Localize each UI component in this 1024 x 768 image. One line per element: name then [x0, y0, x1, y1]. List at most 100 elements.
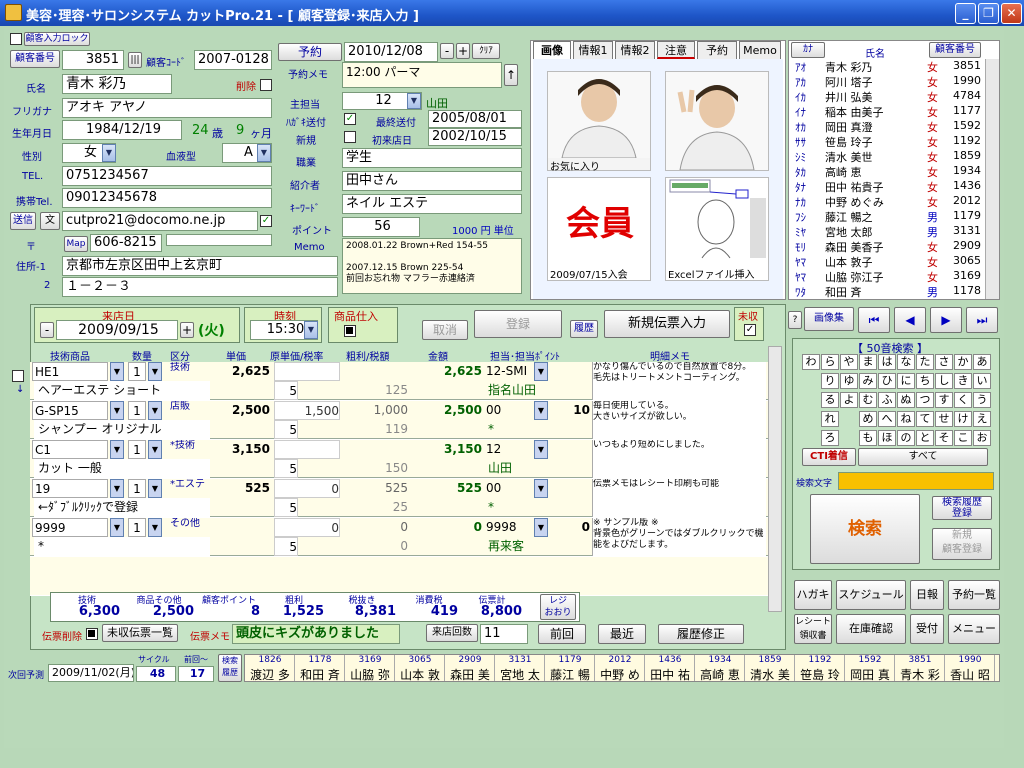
item-dropdown-icon[interactable]: ▼	[110, 440, 124, 459]
send-button[interactable]: 送信	[10, 212, 36, 230]
unpaid-list-button[interactable]: 未収伝票一覧	[102, 624, 178, 642]
close-button[interactable]: ✕	[1001, 3, 1022, 24]
receipt-print-button[interactable]: レシート 領収書	[794, 614, 832, 644]
qty-dropdown-icon[interactable]: ▼	[148, 362, 162, 381]
kana-key[interactable]: て	[916, 411, 934, 427]
tab-image[interactable]: 画像	[533, 41, 571, 59]
image-collection-button[interactable]: 画像集	[804, 307, 854, 331]
grid-staff-point[interactable]	[550, 479, 590, 498]
table-row-empty[interactable]	[30, 557, 768, 595]
last-field[interactable]: 17	[178, 666, 214, 682]
kana-key[interactable]: ほ	[878, 430, 896, 446]
visit-date-field[interactable]: 2009/09/15	[56, 320, 178, 340]
nav-next-button[interactable]: ▶	[930, 307, 962, 333]
grid-price[interactable]	[210, 518, 270, 537]
item-dropdown-icon[interactable]: ▼	[110, 518, 124, 537]
grid-qty[interactable]: 1	[128, 440, 146, 459]
grid-price[interactable]: 3,150	[210, 440, 270, 459]
history-cell[interactable]: 3851 青木 彩	[895, 655, 945, 682]
visit-date-minus[interactable]: -	[40, 322, 54, 338]
grid-item-code[interactable]: C1	[32, 440, 108, 459]
kana-key[interactable]: し	[935, 373, 953, 389]
staff-dropdown-icon[interactable]: ▼	[534, 479, 548, 498]
list-item[interactable]: ﾀﾅ 田中 祐貴子 女 1436	[789, 179, 999, 194]
kana-key[interactable]: お	[973, 430, 991, 446]
history-button[interactable]: 履歴	[570, 320, 598, 338]
grid-tax-rate[interactable]: 5	[274, 498, 298, 517]
kana-key[interactable]: る	[821, 392, 839, 408]
grid-qty[interactable]: 1	[128, 518, 146, 537]
schedule-button[interactable]: スケジュール	[836, 580, 906, 610]
grid-staff[interactable]: 9998	[484, 518, 534, 537]
grid-staff-point[interactable]	[550, 440, 590, 459]
postcard-button[interactable]: ハガキ	[794, 580, 832, 610]
kana-key[interactable]: ゆ	[840, 373, 858, 389]
kana-key[interactable]: せ	[935, 411, 953, 427]
kana-key[interactable]: け	[954, 411, 972, 427]
entry-lock-checkbox[interactable]	[10, 33, 22, 45]
grid-item-code[interactable]: 19	[32, 479, 108, 498]
kana-key[interactable]: ら	[821, 354, 839, 370]
stock-checkbox[interactable]	[344, 325, 356, 337]
blood-dropdown-icon[interactable]: ▼	[257, 144, 271, 162]
history-cell[interactable]: 3131 宮地 太	[495, 655, 545, 682]
grid-qty[interactable]: 1	[128, 362, 146, 381]
receipt-button[interactable]: レジ おおり	[540, 594, 576, 620]
grid-price[interactable]: 2,625	[210, 362, 270, 381]
visit-time-dropdown-icon[interactable]: ▼	[304, 321, 318, 339]
item-dropdown-icon[interactable]: ▼	[110, 401, 124, 420]
menu-button[interactable]: メニュー	[948, 614, 1000, 644]
qty-dropdown-icon[interactable]: ▼	[148, 518, 162, 537]
kana-key[interactable]: と	[916, 430, 934, 446]
grid-scrollbar[interactable]	[768, 346, 782, 612]
qty-dropdown-icon[interactable]: ▼	[148, 440, 162, 459]
search-history-register-button[interactable]: 検索履歴 登録	[932, 496, 992, 520]
grid-cost[interactable]: 0	[274, 518, 340, 537]
history-cell[interactable]: 2012 中野 め	[595, 655, 645, 682]
zip-field[interactable]: 606-8215	[90, 234, 162, 252]
kana-key[interactable]: つ	[916, 392, 934, 408]
staff-dropdown-icon[interactable]: ▼	[407, 93, 421, 109]
point-field[interactable]: 56	[342, 217, 420, 237]
kana-key[interactable]: の	[897, 430, 915, 446]
history-cell[interactable]: 1436 田中 祐	[645, 655, 695, 682]
tab-reserve[interactable]: 予約	[697, 41, 737, 59]
list-item[interactable]: ｻｻ 笹島 玲子 女 1192	[789, 134, 999, 149]
kana-key[interactable]: え	[973, 411, 991, 427]
staff-dropdown-icon[interactable]: ▼	[534, 518, 548, 537]
history-cell[interactable]: 1859 清水 美	[745, 655, 795, 682]
customer-no-label[interactable]: 顧客番号	[10, 50, 60, 68]
sex-dropdown-icon[interactable]: ▼	[102, 144, 116, 162]
list-item[interactable]: ﾅｶ 中野 めぐみ 女 2012	[789, 194, 999, 209]
list-no-header[interactable]: 顧客番号	[929, 42, 981, 58]
cancel-button[interactable]: 取消	[422, 320, 468, 340]
daily-report-button[interactable]: 日報	[910, 580, 944, 610]
qty-dropdown-icon[interactable]: ▼	[148, 479, 162, 498]
grid-memo[interactable]: いつもより短めにしました。	[592, 440, 766, 478]
list-item[interactable]: ｱｶ 阿川 塔子 女 1990	[789, 74, 999, 89]
grid-item-code[interactable]: 9999	[32, 518, 108, 537]
kana-key[interactable]: そ	[935, 430, 953, 446]
history-cell[interactable]: 3065 山本 敦	[395, 655, 445, 682]
kana-key[interactable]: た	[916, 354, 934, 370]
grid-memo[interactable]: 伝票メモはレシート印刷も可能	[592, 479, 766, 517]
slip-memo-field[interactable]: 頭皮にキズがありました	[232, 624, 400, 644]
list-item[interactable]: ﾌｼ 藤江 暢之 男 1179	[789, 209, 999, 224]
kana-key[interactable]: や	[840, 354, 858, 370]
grid-qty[interactable]: 1	[128, 479, 146, 498]
list-item[interactable]: ﾐﾔ 宮地 太郎 男 3131	[789, 224, 999, 239]
kana-key[interactable]: に	[897, 373, 915, 389]
history-cell[interactable]: 1178 和田 斉	[295, 655, 345, 682]
list-item[interactable]: ﾔﾏ 山脇 弥江子 女 3169	[789, 269, 999, 284]
kana-key[interactable]: ち	[916, 373, 934, 389]
item-dropdown-icon[interactable]: ▼	[110, 362, 124, 381]
intro-field[interactable]: 田中さん	[342, 171, 522, 191]
date-clear-button[interactable]: ｸﾘｱ	[472, 43, 500, 59]
reserve-list-button[interactable]: 予約一覧	[948, 580, 1000, 610]
register-button[interactable]: 登録	[474, 310, 562, 338]
kana-key[interactable]: ま	[859, 354, 877, 370]
reserve-button[interactable]: 予約	[278, 43, 342, 61]
minimize-button[interactable]: _	[955, 3, 976, 24]
customer-no-field[interactable]: 3851	[62, 50, 124, 70]
delete-checkbox[interactable]	[260, 79, 272, 91]
